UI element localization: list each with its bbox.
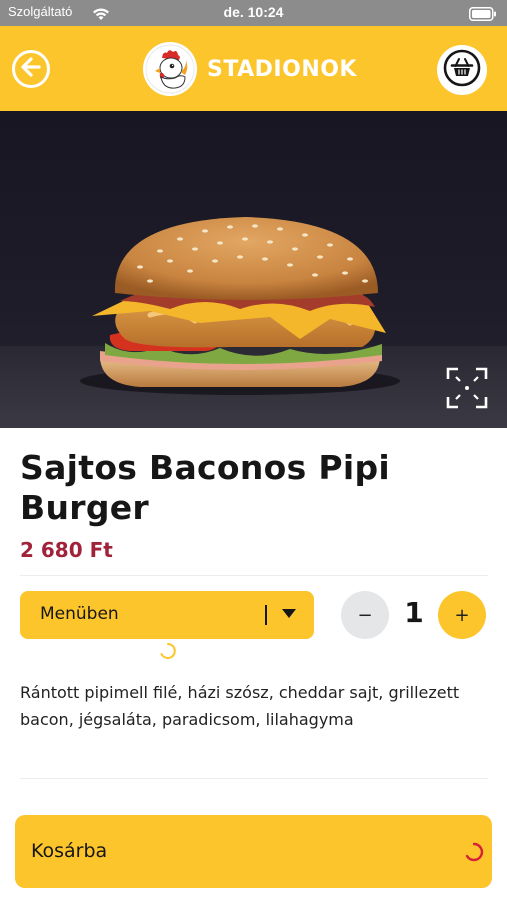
add-to-cart-label: Kosárba [31,840,108,862]
burger-photo [0,217,507,428]
basket-icon [442,48,482,92]
quantity-increase-button[interactable]: + [438,591,486,639]
product-image[interactable] [0,111,507,428]
brand-name: STADIONOK [207,56,357,82]
quantity-value: 1 [404,596,424,629]
app-header: STADIONOK [0,26,507,111]
back-button[interactable] [12,50,50,88]
rooster-logo [143,42,197,96]
divider [20,575,488,576]
product-title: Sajtos Baconos Pipi Burger [20,448,391,527]
brand[interactable]: STADIONOK [143,41,357,97]
variant-dropdown[interactable]: Menüben [20,591,314,639]
loading-spinner-icon [158,641,178,665]
product-price: 2 680 Ft [20,538,113,562]
back-arrow-icon [20,57,42,81]
expand-icon [444,367,490,415]
variant-separator [265,605,267,625]
loading-spinner-icon [462,840,486,868]
battery-icon [469,6,497,25]
plus-icon: + [454,604,470,626]
quantity-decrease-button[interactable]: − [341,591,389,639]
minus-icon: − [357,604,373,626]
divider [20,778,488,779]
expand-button[interactable] [444,365,490,411]
basket-button[interactable] [437,45,487,95]
product-description: Rántott pipimell filé, házi szósz, chedd… [20,683,460,729]
status-bar: Szolgáltató de. 10:24 [0,0,507,26]
status-time: de. 10:24 [223,4,284,20]
chevron-down-icon [282,609,296,618]
variant-selected-label: Menüben [40,604,119,624]
add-to-cart-button[interactable]: Kosárba [15,815,492,888]
